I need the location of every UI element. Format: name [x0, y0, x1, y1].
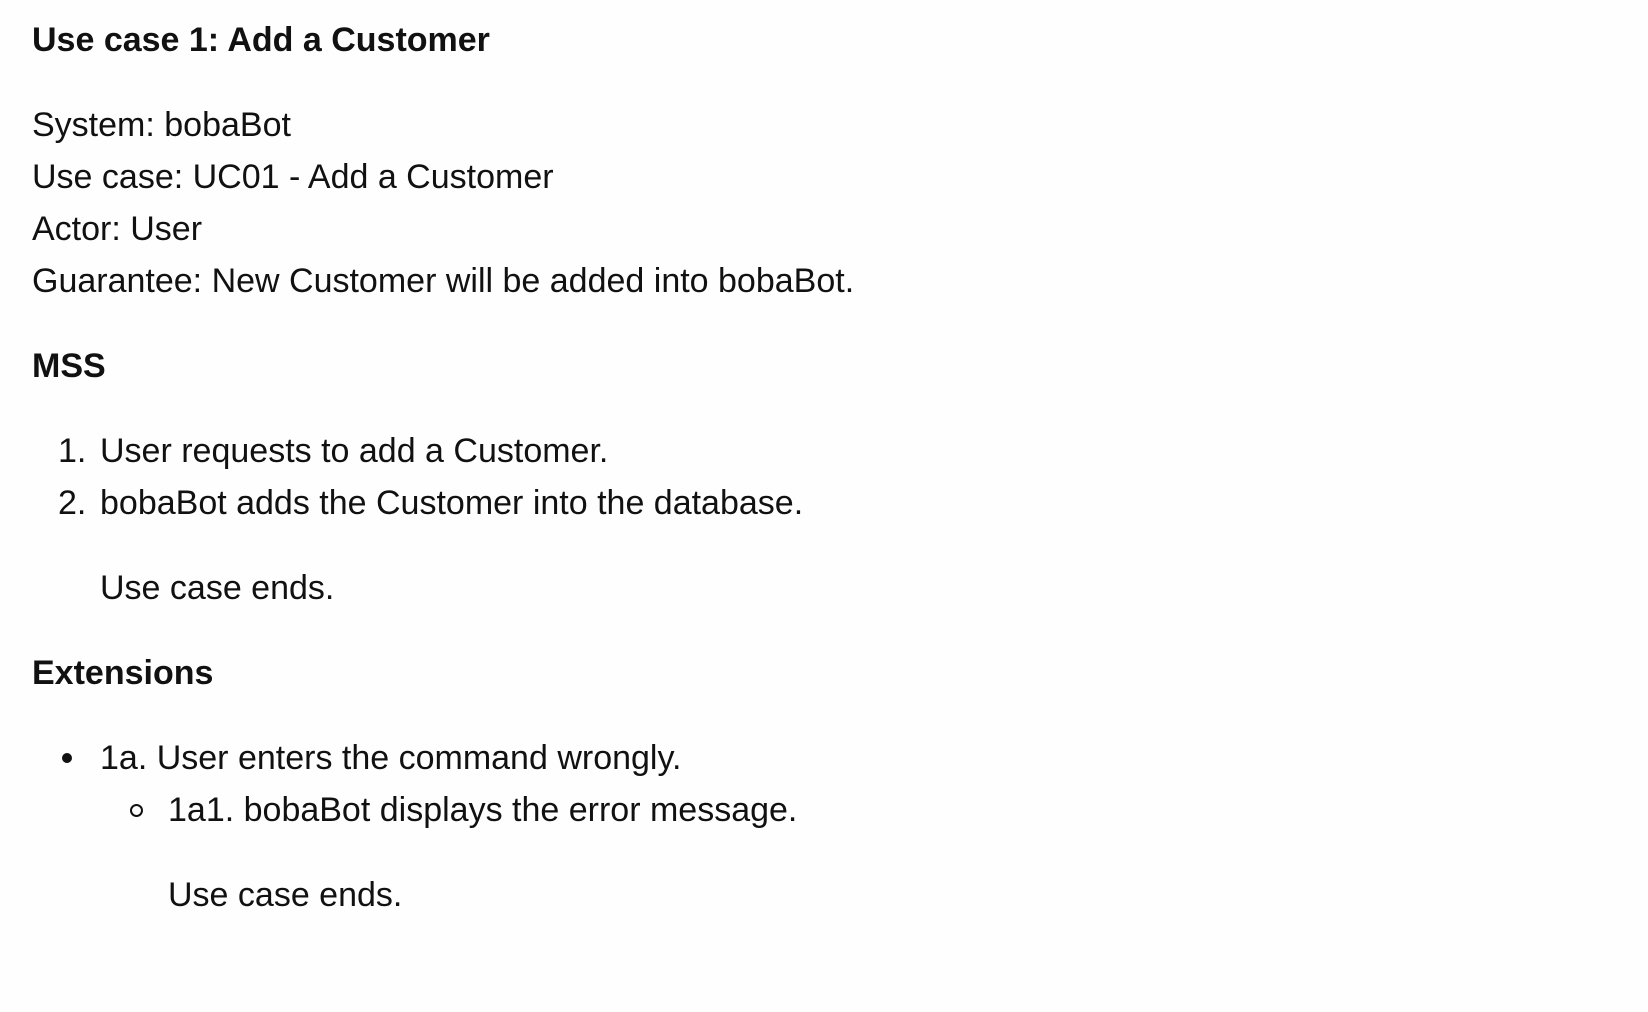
extensions-list: 1a. User enters the command wrongly. 1a1…	[32, 732, 1608, 921]
mss-step: 2. bobaBot adds the Customer into the da…	[32, 477, 1608, 529]
mss-steps: 1. User requests to add a Customer. 2. b…	[32, 425, 1608, 529]
extension-sub-list: 1a1. bobaBot displays the error message.…	[100, 784, 1608, 921]
mss-ends-text: Use case ends.	[100, 569, 335, 607]
step-number: 1.	[58, 432, 87, 470]
page-title: Use case 1: Add a Customer	[32, 21, 490, 59]
extensions-heading: Extensions	[32, 654, 214, 692]
use-case-line: Use case: UC01 - Add a Customer	[32, 158, 554, 196]
step-text: User requests to add a Customer.	[100, 432, 609, 470]
document: Use case 1: Add a Customer System: bobaB…	[32, 14, 1608, 921]
guarantee-line: Guarantee: New Customer will be added in…	[32, 262, 855, 300]
bullet-disc-icon	[62, 753, 72, 763]
extension-sub-text: 1a1. bobaBot displays the error message.	[168, 791, 798, 829]
actor-line: Actor: User	[32, 210, 203, 248]
system-line: System: bobaBot	[32, 106, 291, 144]
extension-text: 1a. User enters the command wrongly.	[100, 739, 682, 777]
step-number: 2.	[58, 484, 87, 522]
extension-ends-text: Use case ends.	[168, 876, 403, 914]
mss-step: 1. User requests to add a Customer.	[32, 425, 1608, 477]
use-case-meta: System: bobaBot Use case: UC01 - Add a C…	[32, 99, 1608, 307]
mss-heading: MSS	[32, 347, 106, 385]
extension-sub-item: 1a1. bobaBot displays the error message.…	[100, 784, 1608, 921]
step-text: bobaBot adds the Customer into the datab…	[100, 484, 804, 522]
extension-item: 1a. User enters the command wrongly. 1a1…	[32, 732, 1608, 921]
bullet-circle-icon	[130, 804, 143, 817]
